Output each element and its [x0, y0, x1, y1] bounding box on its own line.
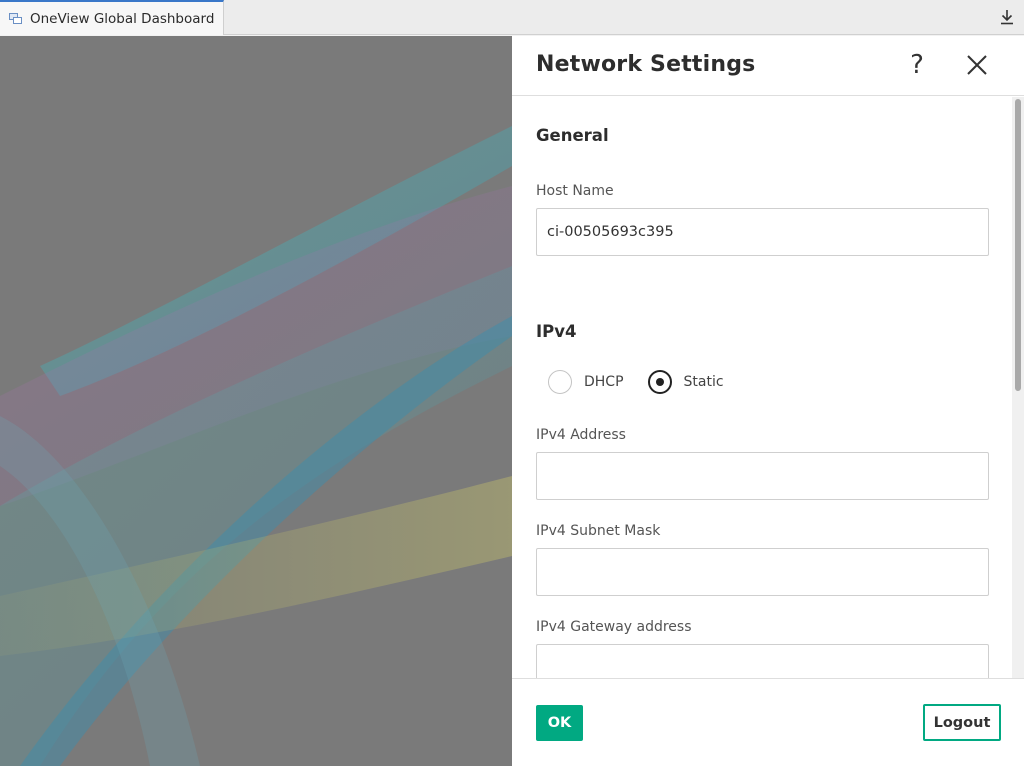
- panel-body: General Host Name IPv4 DHCP Static IPv4 …: [512, 97, 1012, 678]
- tab-title: OneView Global Dashboard: [30, 10, 215, 27]
- logout-button[interactable]: Logout: [923, 704, 1001, 741]
- ok-button[interactable]: OK: [536, 705, 583, 741]
- ipv4-address-input[interactable]: [536, 452, 989, 500]
- radio-static-circle[interactable]: [647, 370, 672, 394]
- host-name-input[interactable]: [536, 208, 989, 256]
- ipv4-gateway-label: IPv4 Gateway address: [536, 619, 692, 635]
- download-button[interactable]: [996, 6, 1018, 28]
- ipv4-address-label: IPv4 Address: [536, 427, 626, 443]
- radio-static[interactable]: Static: [647, 370, 724, 394]
- ipv4-subnet-mask-label: IPv4 Subnet Mask: [536, 523, 661, 539]
- ipv4-subnet-mask-input[interactable]: [536, 548, 989, 596]
- radio-dhcp[interactable]: DHCP: [548, 370, 624, 394]
- ipv4-gateway-input[interactable]: [536, 644, 989, 678]
- ipv4-mode-radio-group: DHCP Static: [548, 369, 748, 395]
- decorative-wave-art: [0, 126, 512, 766]
- help-button[interactable]: ?: [902, 50, 932, 80]
- panel-footer: OK Logout: [512, 678, 1024, 766]
- network-settings-panel: Network Settings ? General Host Name IPv…: [512, 36, 1024, 766]
- radio-dhcp-circle[interactable]: [548, 370, 572, 394]
- close-button[interactable]: [964, 52, 990, 78]
- dashboard-window-icon: [9, 13, 22, 24]
- section-title-ipv4: IPv4: [536, 322, 577, 341]
- tab-oneview-global-dashboard[interactable]: OneView Global Dashboard: [0, 0, 224, 35]
- scrollbar-thumb[interactable]: [1015, 99, 1021, 391]
- radio-static-label: Static: [683, 374, 724, 390]
- panel-header: Network Settings ?: [512, 36, 1024, 96]
- browser-tab-bar: OneView Global Dashboard: [0, 0, 1024, 35]
- radio-dhcp-label: DHCP: [584, 374, 624, 390]
- panel-title: Network Settings: [536, 52, 756, 77]
- section-title-general: General: [536, 126, 609, 145]
- download-icon: [1001, 10, 1013, 25]
- modal-backdrop: [0, 36, 512, 766]
- host-name-label: Host Name: [536, 183, 614, 199]
- panel-scrollbar[interactable]: [1012, 97, 1024, 678]
- close-icon: [967, 55, 987, 75]
